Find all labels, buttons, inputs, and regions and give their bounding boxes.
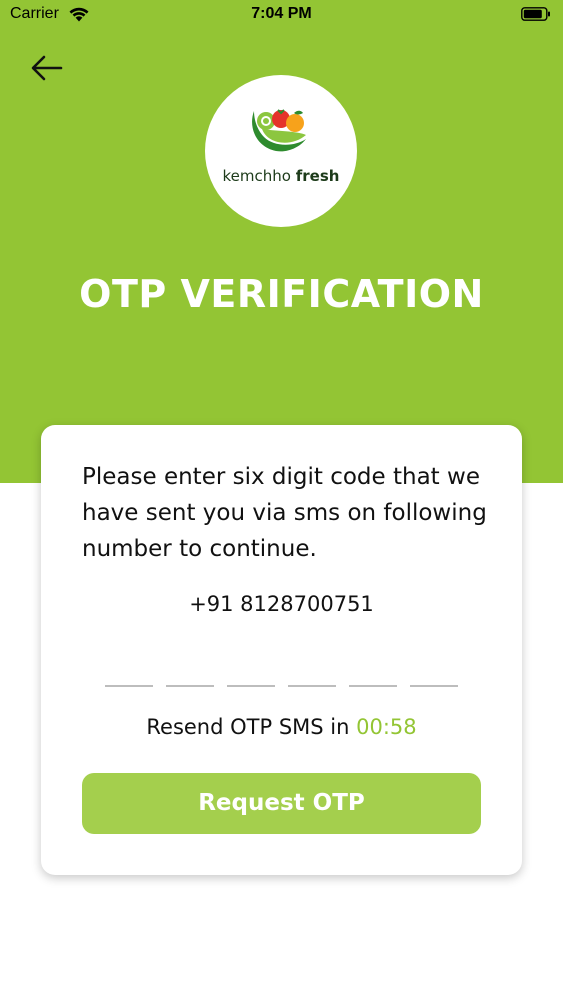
vegetable-basket-icon bbox=[252, 109, 306, 152]
page-title: OTP VERIFICATION bbox=[79, 272, 484, 316]
otp-input-group bbox=[105, 661, 465, 691]
arrow-left-icon bbox=[31, 55, 63, 81]
otp-digit-4[interactable] bbox=[288, 661, 336, 687]
otp-digit-2[interactable] bbox=[166, 661, 214, 687]
otp-digit-3[interactable] bbox=[227, 661, 275, 687]
otp-digit-1[interactable] bbox=[105, 661, 153, 687]
otp-digit-5[interactable] bbox=[349, 661, 397, 687]
status-time: 7:04 PM bbox=[251, 5, 312, 22]
back-button[interactable] bbox=[26, 50, 68, 88]
logo-text-primary: kemchho bbox=[222, 167, 291, 185]
brand-logo: kemchho fresh bbox=[205, 75, 357, 227]
status-bar: Carrier 7:04 PM bbox=[0, 0, 563, 30]
otp-digit-6[interactable] bbox=[410, 661, 458, 687]
instructions-text: Please enter six digit code that we have… bbox=[82, 464, 487, 562]
resend-timer: 00:58 bbox=[356, 715, 417, 739]
logo-text-secondary: fresh bbox=[295, 167, 340, 185]
phone-number: +91 8128700751 bbox=[189, 592, 374, 616]
logo-wordmark: kemchho fresh bbox=[205, 167, 357, 185]
resend-otp-text: Resend OTP SMS in 00:58 bbox=[41, 715, 522, 739]
request-otp-button[interactable]: Request OTP bbox=[82, 773, 481, 834]
header-background bbox=[0, 0, 563, 483]
otp-verification-screen: Carrier 7:04 PM kemchho fresh OTP VERIFI… bbox=[0, 0, 563, 1000]
otp-card: Please enter six digit code that we have… bbox=[41, 425, 522, 875]
battery-icon bbox=[521, 7, 550, 21]
resend-label: Resend OTP SMS in bbox=[146, 715, 357, 739]
